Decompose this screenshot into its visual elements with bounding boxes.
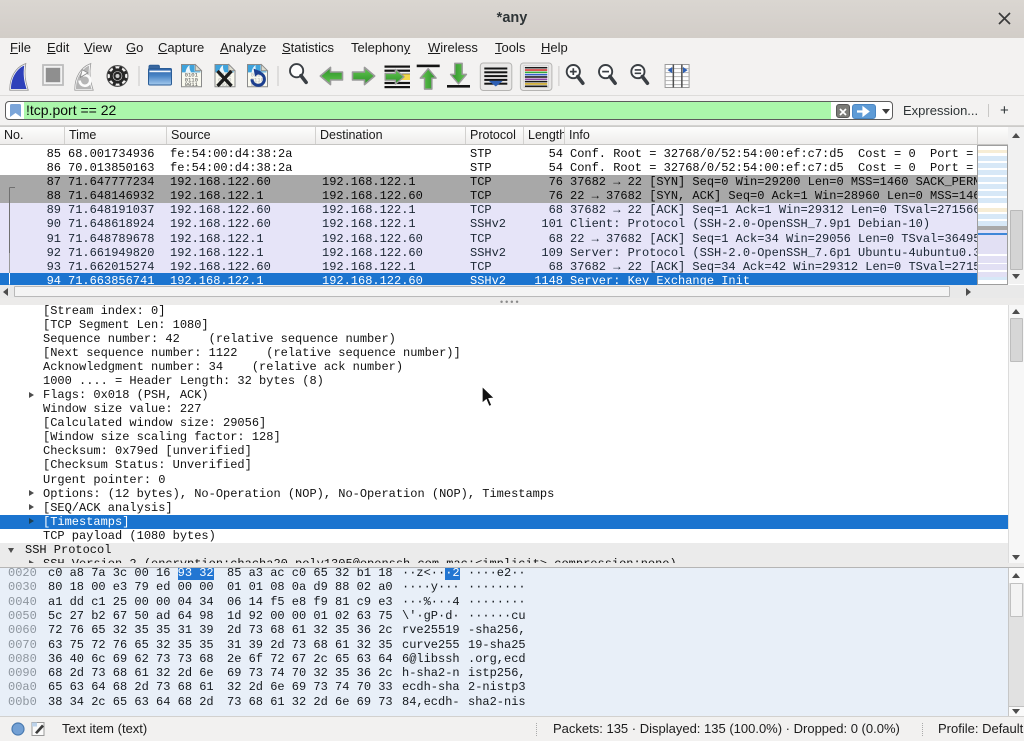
svg-text:0011: 0011 <box>185 81 199 88</box>
